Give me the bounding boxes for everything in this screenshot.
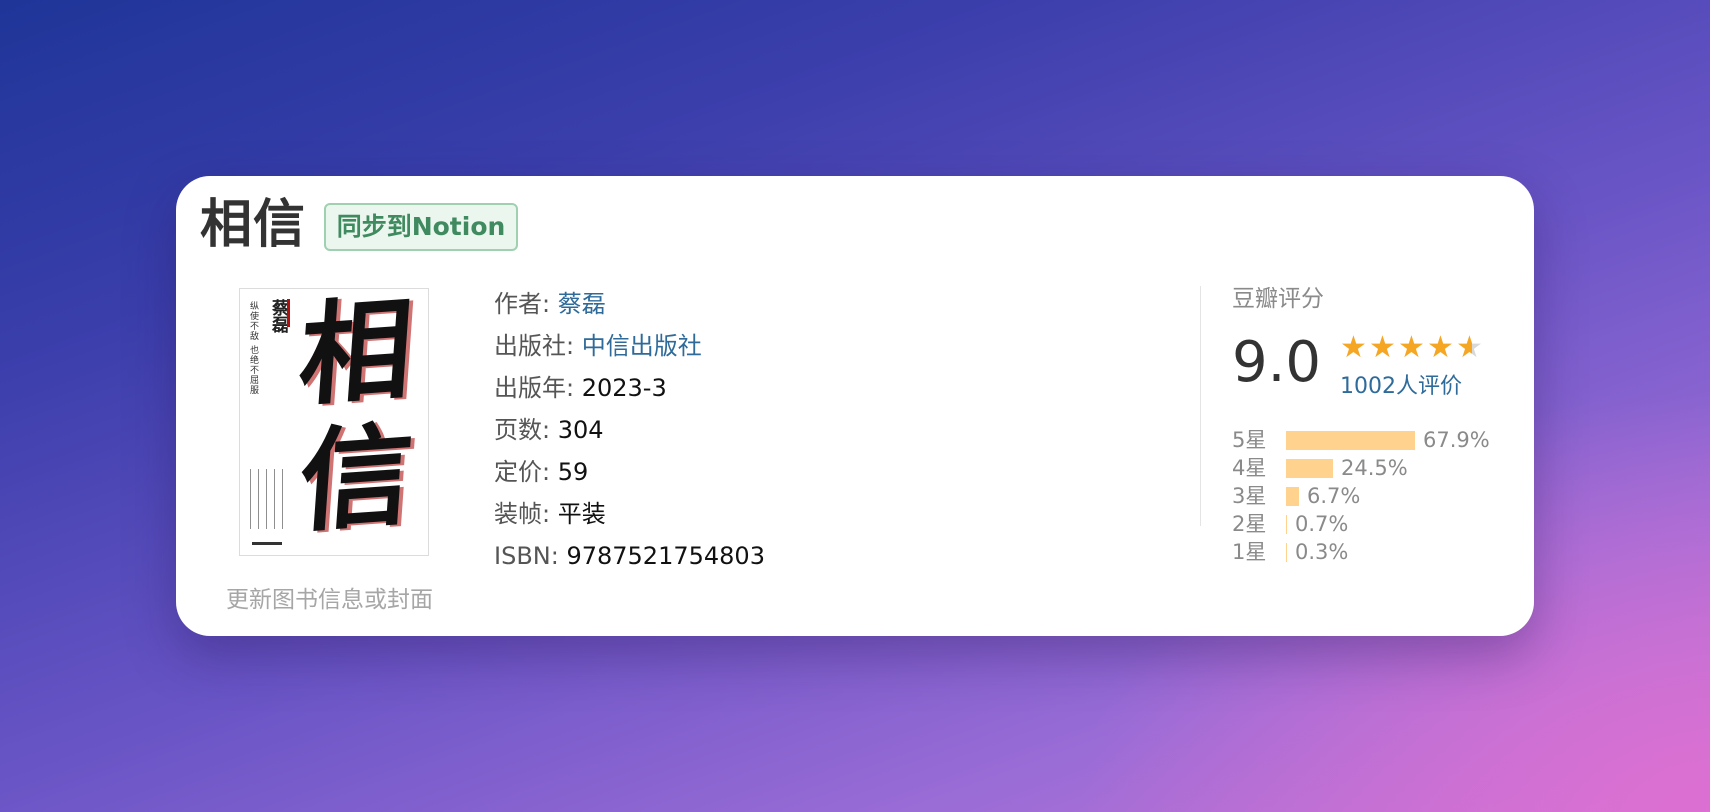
- info-label: 作者:: [494, 290, 558, 318]
- book-card: 相信 同步到Notion 纵使不敌 也绝不屈服 蔡磊 相 信 更新图书信息或封面…: [176, 176, 1534, 636]
- info-value: 9787521754803: [566, 542, 765, 570]
- info-label: 定价:: [494, 458, 558, 486]
- cover-publisher-mark: [252, 542, 282, 545]
- info-value: 平装: [557, 500, 606, 528]
- info-isbn: ISBN: 9787521754803: [494, 535, 765, 577]
- dist-bar: [1286, 431, 1415, 450]
- dist-bar: [1286, 543, 1287, 562]
- info-binding: 装帧: 平装: [494, 493, 765, 535]
- cover-char-2: 信: [294, 409, 418, 549]
- dist-bar: [1286, 515, 1287, 534]
- divider: [1200, 286, 1201, 526]
- star-rating: ★★★★★: [1340, 332, 1485, 364]
- sync-to-notion-button[interactable]: 同步到Notion: [324, 203, 518, 251]
- update-book-info-link[interactable]: 更新图书信息或封面: [226, 580, 433, 614]
- info-price: 定价: 59: [494, 451, 765, 493]
- publisher-link[interactable]: 中信出版社: [582, 332, 702, 360]
- info-pub-year: 出版年: 2023-3: [494, 367, 765, 409]
- cover-char-1: 相: [294, 288, 418, 423]
- info-label: ISBN:: [494, 542, 567, 570]
- dist-label: 4星: [1232, 456, 1267, 480]
- info-author: 作者: 蔡磊: [494, 283, 765, 325]
- dist-row: 5星 67.9%: [1232, 426, 1490, 454]
- dist-row: 1星 0.3%: [1232, 538, 1490, 566]
- star-icon: ★: [1369, 330, 1396, 365]
- half-star-icon: ★: [1456, 332, 1485, 364]
- info-value: 2023-3: [581, 374, 667, 402]
- rating-title: 豆瓣评分: [1232, 286, 1324, 312]
- dist-row: 4星 24.5%: [1232, 454, 1490, 482]
- star-icon: ★: [1340, 330, 1367, 365]
- dist-label: 3星: [1232, 484, 1267, 508]
- dist-row: 2星 0.7%: [1232, 510, 1490, 538]
- book-info: 作者: 蔡磊 出版社: 中信出版社 出版年: 2023-3 页数: 304 定价…: [494, 283, 765, 577]
- star-icon: ★: [1427, 330, 1454, 365]
- info-label: 页数:: [494, 416, 558, 444]
- cover-tagline: 纵使不敌 也绝不屈服: [248, 301, 258, 395]
- dist-percent: 67.9%: [1423, 428, 1490, 452]
- dist-percent: 0.7%: [1295, 512, 1349, 536]
- dist-label: 5星: [1232, 428, 1267, 452]
- rating-distribution: 5星 67.9% 4星 24.5% 3星 6.7% 2星 0.7% 1星 0.3%: [1232, 426, 1490, 566]
- info-value: 304: [557, 416, 604, 444]
- info-label: 装帧:: [494, 500, 558, 528]
- cover-small-text: [250, 469, 290, 529]
- info-publisher: 出版社: 中信出版社: [494, 325, 765, 367]
- dist-bar: [1286, 487, 1299, 506]
- dist-percent: 0.3%: [1295, 540, 1349, 564]
- info-value: 59: [557, 458, 589, 486]
- author-link[interactable]: 蔡磊: [558, 290, 606, 318]
- dist-label: 2星: [1232, 512, 1267, 536]
- info-label: 出版社:: [494, 332, 582, 360]
- rating-score: 9.0: [1232, 330, 1322, 395]
- douban-rating: 豆瓣评分 9.0 ★★★★★ 1002人评价 5星 67.9% 4星 24.5% 3…: [1232, 284, 1522, 564]
- dist-percent: 6.7%: [1307, 484, 1361, 508]
- dist-bar: [1286, 459, 1333, 478]
- info-pages: 页数: 304: [494, 409, 765, 451]
- votes-link[interactable]: 1002人评价: [1340, 368, 1462, 400]
- cover-seal: [287, 299, 290, 327]
- book-cover[interactable]: 纵使不敌 也绝不屈服 蔡磊 相 信: [239, 288, 429, 556]
- book-title: 相信: [200, 195, 307, 255]
- dist-percent: 24.5%: [1341, 456, 1408, 480]
- info-label: 出版年:: [494, 374, 582, 402]
- dist-label: 1星: [1232, 540, 1267, 564]
- star-icon: ★: [1398, 330, 1425, 365]
- dist-row: 3星 6.7%: [1232, 482, 1490, 510]
